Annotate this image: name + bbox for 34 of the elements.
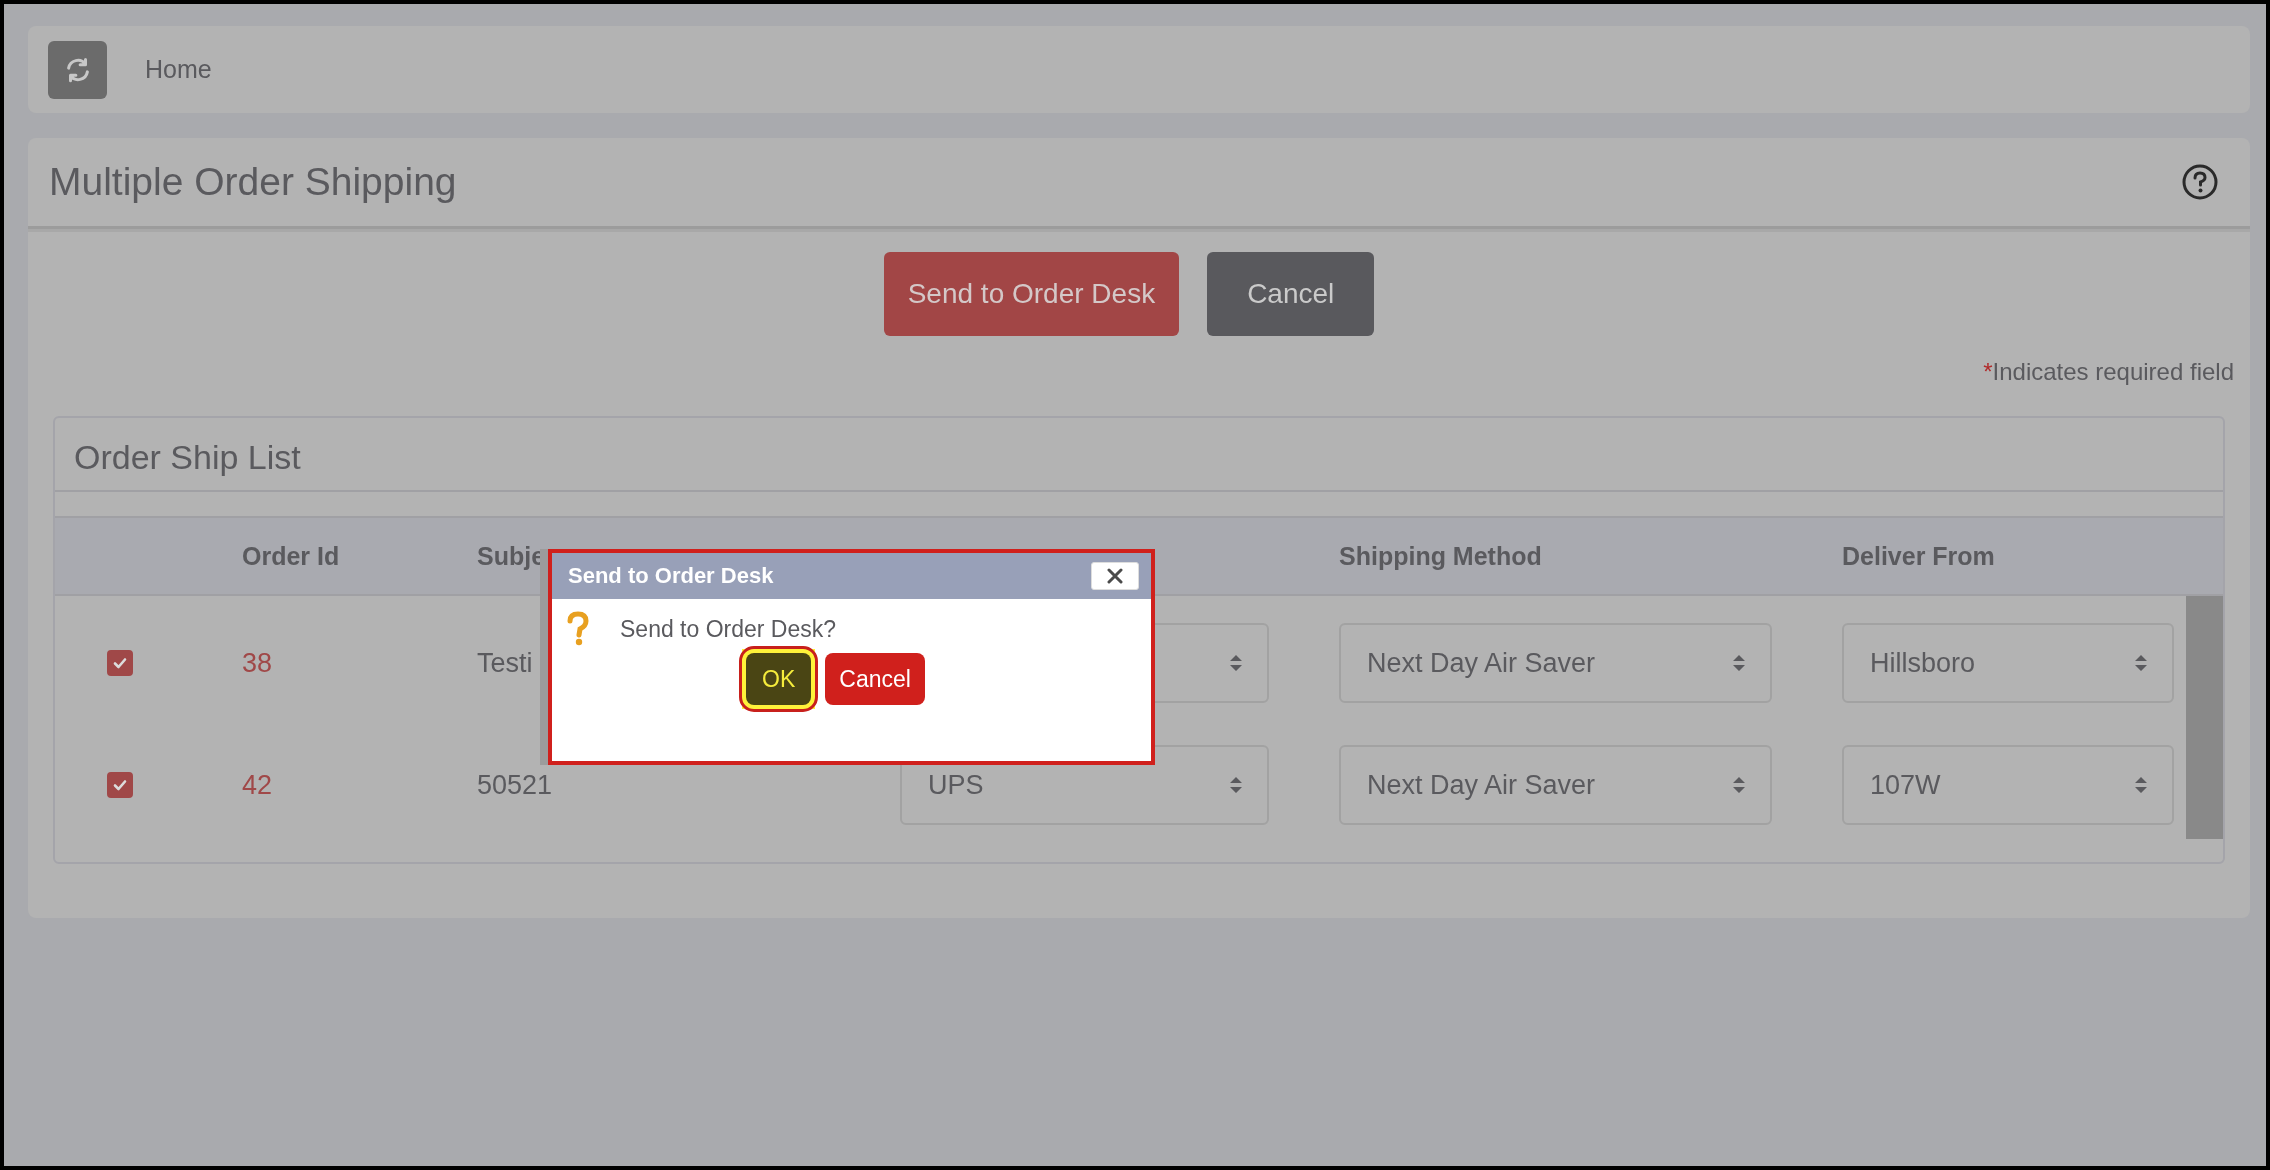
- order-id-link[interactable]: 42: [242, 769, 273, 801]
- sort-caret-icon: [2134, 775, 2148, 795]
- deliver-from-select[interactable]: Hillsboro: [1842, 623, 2174, 703]
- order-id-link[interactable]: 38: [242, 647, 273, 679]
- checkbox[interactable]: [107, 772, 133, 798]
- action-button[interactable]: Send to Order Desk: [883, 252, 1180, 336]
- close-button[interactable]: [1091, 562, 1139, 590]
- card-title: Order Ship List: [55, 418, 2223, 492]
- home-link[interactable]: Home: [145, 55, 212, 84]
- column-header: Order Id: [242, 541, 341, 571]
- dialog-title: Send to Order Desk: [568, 563, 774, 589]
- sort-caret-icon: [1732, 775, 1746, 795]
- scrollbar[interactable]: [2186, 596, 2223, 839]
- close-icon: [1107, 568, 1123, 584]
- refresh-button[interactable]: [48, 40, 107, 99]
- table-cell: Testi: [477, 647, 533, 679]
- shipping-method-select[interactable]: Next Day Air Saver: [1339, 623, 1772, 703]
- action-button[interactable]: Cancel: [1207, 252, 1375, 336]
- sort-caret-icon: [1229, 775, 1243, 795]
- shipping-method-select[interactable]: Next Day Air Saver: [1339, 745, 1772, 825]
- dialog-message: Send to Order Desk?: [620, 615, 837, 643]
- checkbox[interactable]: [107, 650, 133, 676]
- deliver-from-select[interactable]: 107W: [1842, 745, 2174, 825]
- sort-caret-icon: [1732, 653, 1746, 673]
- column-header: Shipping Method: [1339, 541, 1543, 571]
- dialog-button[interactable]: Cancel: [825, 653, 925, 705]
- help-icon[interactable]: [2180, 162, 2220, 202]
- column-header: Deliver From: [1842, 541, 1996, 571]
- sort-caret-icon: [1229, 653, 1243, 673]
- question-icon: [566, 611, 590, 647]
- table-cell: 50521: [477, 769, 553, 801]
- sort-caret-icon: [2134, 653, 2148, 673]
- required-note: *Indicates required field: [1983, 358, 2234, 386]
- page-title: Multiple Order Shipping: [49, 160, 457, 204]
